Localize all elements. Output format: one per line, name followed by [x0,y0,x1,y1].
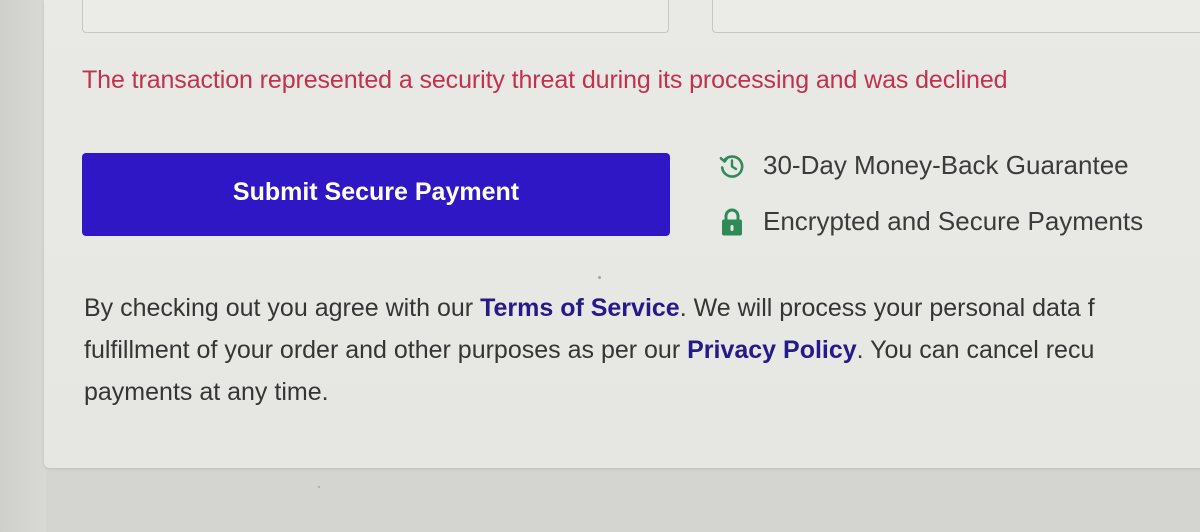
payment-input-field-left[interactable] [82,0,669,33]
screen-speck [318,486,320,488]
legal-line-3: payments at any time. [84,378,329,406]
legal-line-2: fulfillment of your order and other purp… [84,336,1095,364]
secure-payments-notice: Encrypted and Secure Payments [717,206,1143,237]
history-clock-icon [717,151,747,181]
legal-line-1: By checking out you agree with our Terms… [84,294,1095,322]
terms-of-service-link[interactable]: Terms of Service [480,294,680,322]
submit-payment-button[interactable]: Submit Secure Payment [82,153,670,236]
screen-speck [598,276,601,279]
payment-input-field-right[interactable] [712,0,1200,33]
page-background-edge [0,0,46,532]
money-back-guarantee-label: 30-Day Money-Back Guarantee [763,150,1129,180]
privacy-policy-link[interactable]: Privacy Policy [687,336,857,364]
checkout-panel: The transaction represented a security t… [44,0,1200,468]
lock-icon [717,207,747,237]
legal-notice: By checking out you agree with our Terms… [84,287,1200,413]
money-back-guarantee: 30-Day Money-Back Guarantee [717,150,1129,181]
payment-error-message: The transaction represented a security t… [82,66,1008,94]
secure-payments-label: Encrypted and Secure Payments [763,206,1144,236]
